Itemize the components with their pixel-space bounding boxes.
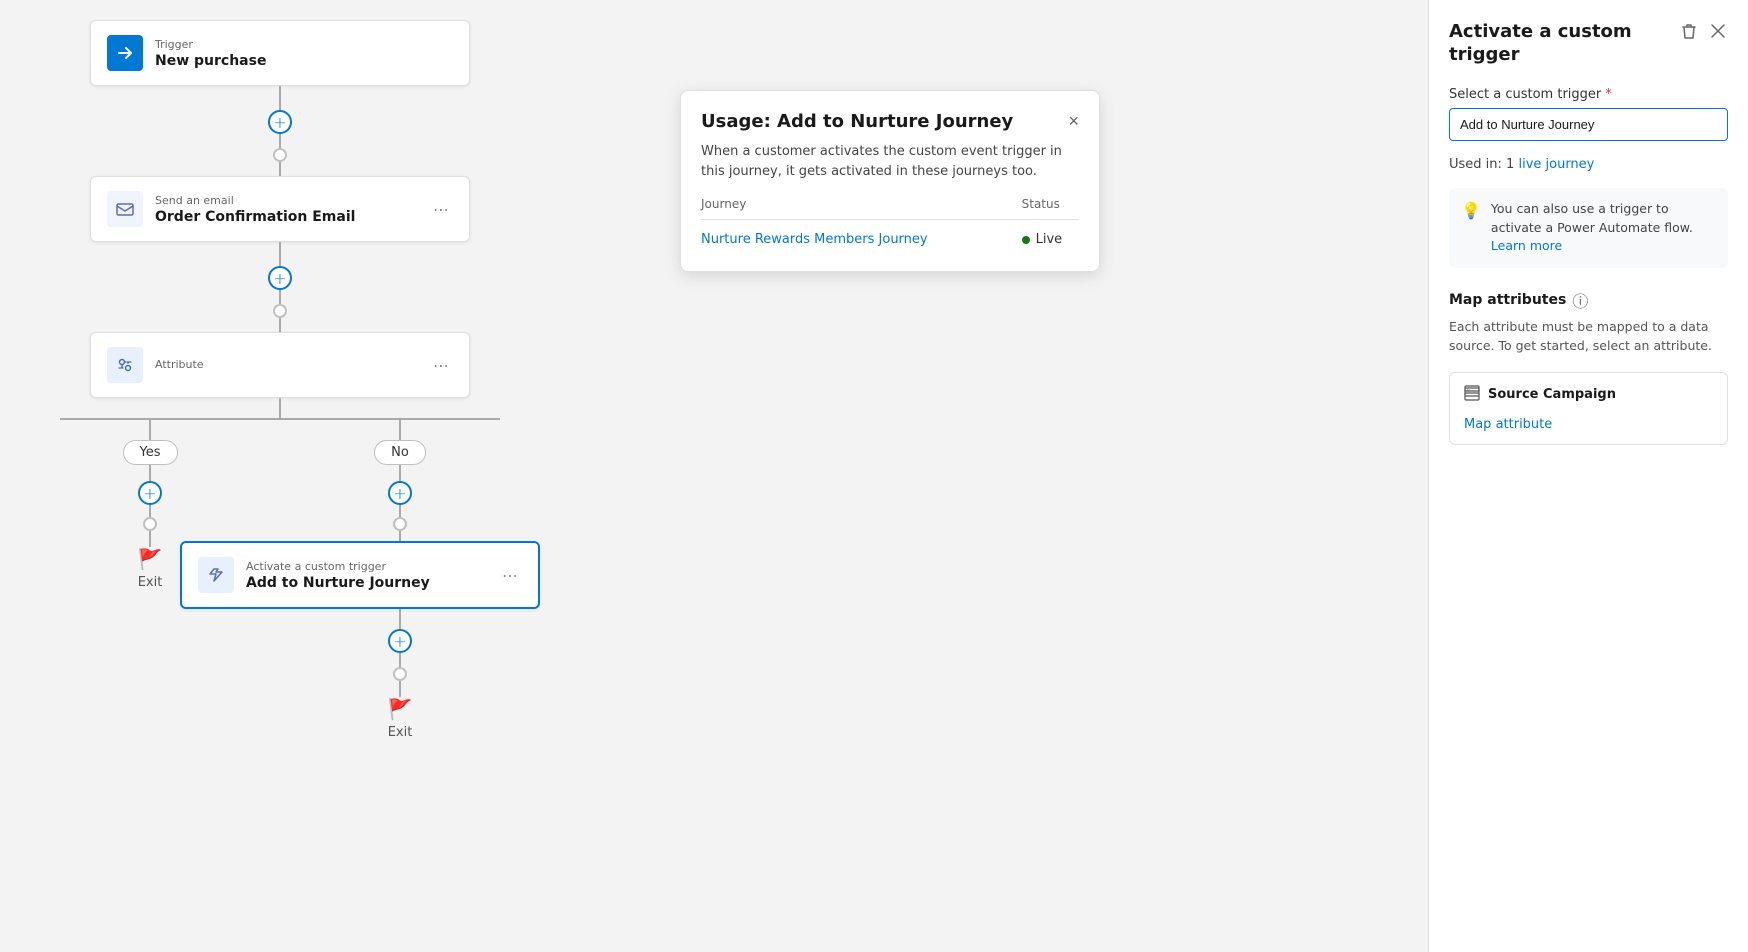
required-marker: * bbox=[1605, 87, 1612, 102]
used-in-text: Used in: 1 live journey bbox=[1449, 157, 1728, 172]
yes-exit-label: Exit bbox=[138, 575, 163, 590]
delete-button[interactable] bbox=[1678, 20, 1700, 47]
attribute-menu[interactable]: ⋯ bbox=[429, 354, 453, 377]
yes-add-btn[interactable]: + bbox=[138, 481, 162, 505]
no-add-btn[interactable]: + bbox=[388, 481, 412, 505]
col-status: Status bbox=[1022, 197, 1079, 220]
col-journey: Journey bbox=[701, 197, 1022, 220]
no-exit-circle bbox=[393, 667, 407, 681]
custom-trigger-icon bbox=[198, 557, 234, 593]
custom-trigger-menu[interactable]: ⋯ bbox=[498, 564, 522, 587]
trigger-field-section: Select a custom trigger * bbox=[1449, 87, 1728, 141]
yes-label: Yes bbox=[123, 440, 178, 465]
map-attributes-info-icon: ⓘ bbox=[1572, 288, 1588, 312]
line-5 bbox=[279, 290, 281, 304]
no-exit-label: Exit bbox=[388, 725, 413, 740]
learn-more-link[interactable]: Learn more bbox=[1491, 238, 1562, 253]
attribute-label: Attribute bbox=[155, 358, 417, 371]
line-2 bbox=[279, 134, 281, 148]
attribute-icon bbox=[107, 347, 143, 383]
flow-diagram: Trigger New purchase + Send an email Ord… bbox=[60, 20, 500, 740]
trigger-node[interactable]: Trigger New purchase bbox=[90, 20, 470, 86]
email-menu[interactable]: ⋯ bbox=[429, 198, 453, 221]
journey-status: Live bbox=[1022, 220, 1079, 252]
custom-trigger-label: Activate a custom trigger bbox=[246, 560, 486, 573]
email-label: Send an email bbox=[155, 194, 417, 207]
canvas: Trigger New purchase + Send an email Ord… bbox=[0, 0, 1428, 952]
email-icon bbox=[107, 191, 143, 227]
no-exit-add-btn[interactable]: + bbox=[388, 629, 412, 653]
circle-1 bbox=[273, 148, 287, 162]
no-circle bbox=[393, 517, 407, 531]
usage-popup-title: Usage: Add to Nurture Journey bbox=[701, 111, 1013, 132]
line-3 bbox=[279, 162, 281, 176]
add-btn-2[interactable]: + bbox=[268, 266, 292, 290]
attr-card-icon: Ab bbox=[1464, 385, 1480, 405]
line-4 bbox=[279, 242, 281, 266]
email-title: Order Confirmation Email bbox=[155, 209, 417, 225]
trigger-field-input[interactable] bbox=[1449, 108, 1728, 141]
line-6 bbox=[279, 318, 281, 332]
circle-2 bbox=[273, 304, 287, 318]
info-text-main: You can also use a trigger to activate a… bbox=[1491, 201, 1693, 235]
custom-trigger-node[interactable]: Activate a custom trigger Add to Nurture… bbox=[180, 541, 540, 609]
attribute-card: Ab Source Campaign Map attribute bbox=[1449, 372, 1728, 445]
svg-text:Ab: Ab bbox=[1467, 388, 1471, 392]
no-exit: 🚩 Exit bbox=[388, 697, 413, 740]
usage-table: Journey Status Nurture Rewards Members J… bbox=[701, 197, 1079, 251]
trigger-icon bbox=[107, 35, 143, 71]
map-attributes-title: Map attributes bbox=[1449, 292, 1566, 308]
attr-card-name: Source Campaign bbox=[1488, 387, 1616, 402]
close-panel-button[interactable] bbox=[1708, 21, 1728, 46]
map-attribute-link[interactable]: Map attribute bbox=[1464, 417, 1552, 432]
info-box: 💡 You can also use a trigger to activate… bbox=[1449, 188, 1728, 268]
usage-popup: Usage: Add to Nurture Journey × When a c… bbox=[680, 90, 1100, 272]
right-panel: Activate a custom trigger Select a custo… bbox=[1428, 0, 1748, 952]
line-1 bbox=[279, 86, 281, 110]
usage-popup-desc: When a customer activates the custom eve… bbox=[701, 142, 1079, 181]
yes-circle bbox=[143, 517, 157, 531]
add-btn-1[interactable]: + bbox=[268, 110, 292, 134]
trigger-field-label: Select a custom trigger * bbox=[1449, 87, 1728, 102]
usage-popup-close[interactable]: × bbox=[1068, 111, 1079, 132]
map-attributes-desc: Each attribute must be mapped to a data … bbox=[1449, 318, 1728, 356]
custom-trigger-title: Add to Nurture Journey bbox=[246, 575, 486, 591]
trigger-title: New purchase bbox=[155, 53, 453, 69]
info-bulb-icon: 💡 bbox=[1461, 201, 1481, 256]
panel-title: Activate a custom trigger bbox=[1449, 20, 1678, 67]
no-label: No bbox=[374, 440, 426, 465]
no-exit-flag: 🚩 bbox=[388, 697, 413, 721]
yes-exit: 🚩 Exit bbox=[138, 547, 163, 590]
live-journey-link[interactable]: live journey bbox=[1518, 157, 1594, 172]
journey-name[interactable]: Nurture Rewards Members Journey bbox=[701, 220, 1022, 252]
branches: Yes + 🚩 Exit No + bbox=[60, 420, 500, 740]
attribute-node[interactable]: Attribute ⋯ bbox=[90, 332, 470, 398]
panel-header: Activate a custom trigger bbox=[1449, 20, 1728, 67]
no-branch: No + Activate a custom bbox=[300, 420, 500, 740]
connector-2: + bbox=[268, 242, 292, 332]
branch-section: Yes + 🚩 Exit No + bbox=[60, 398, 500, 740]
connector-1: + bbox=[268, 86, 292, 176]
yes-exit-flag: 🚩 bbox=[138, 547, 163, 571]
trigger-label: Trigger bbox=[155, 38, 453, 51]
email-node[interactable]: Send an email Order Confirmation Email ⋯ bbox=[90, 176, 470, 242]
